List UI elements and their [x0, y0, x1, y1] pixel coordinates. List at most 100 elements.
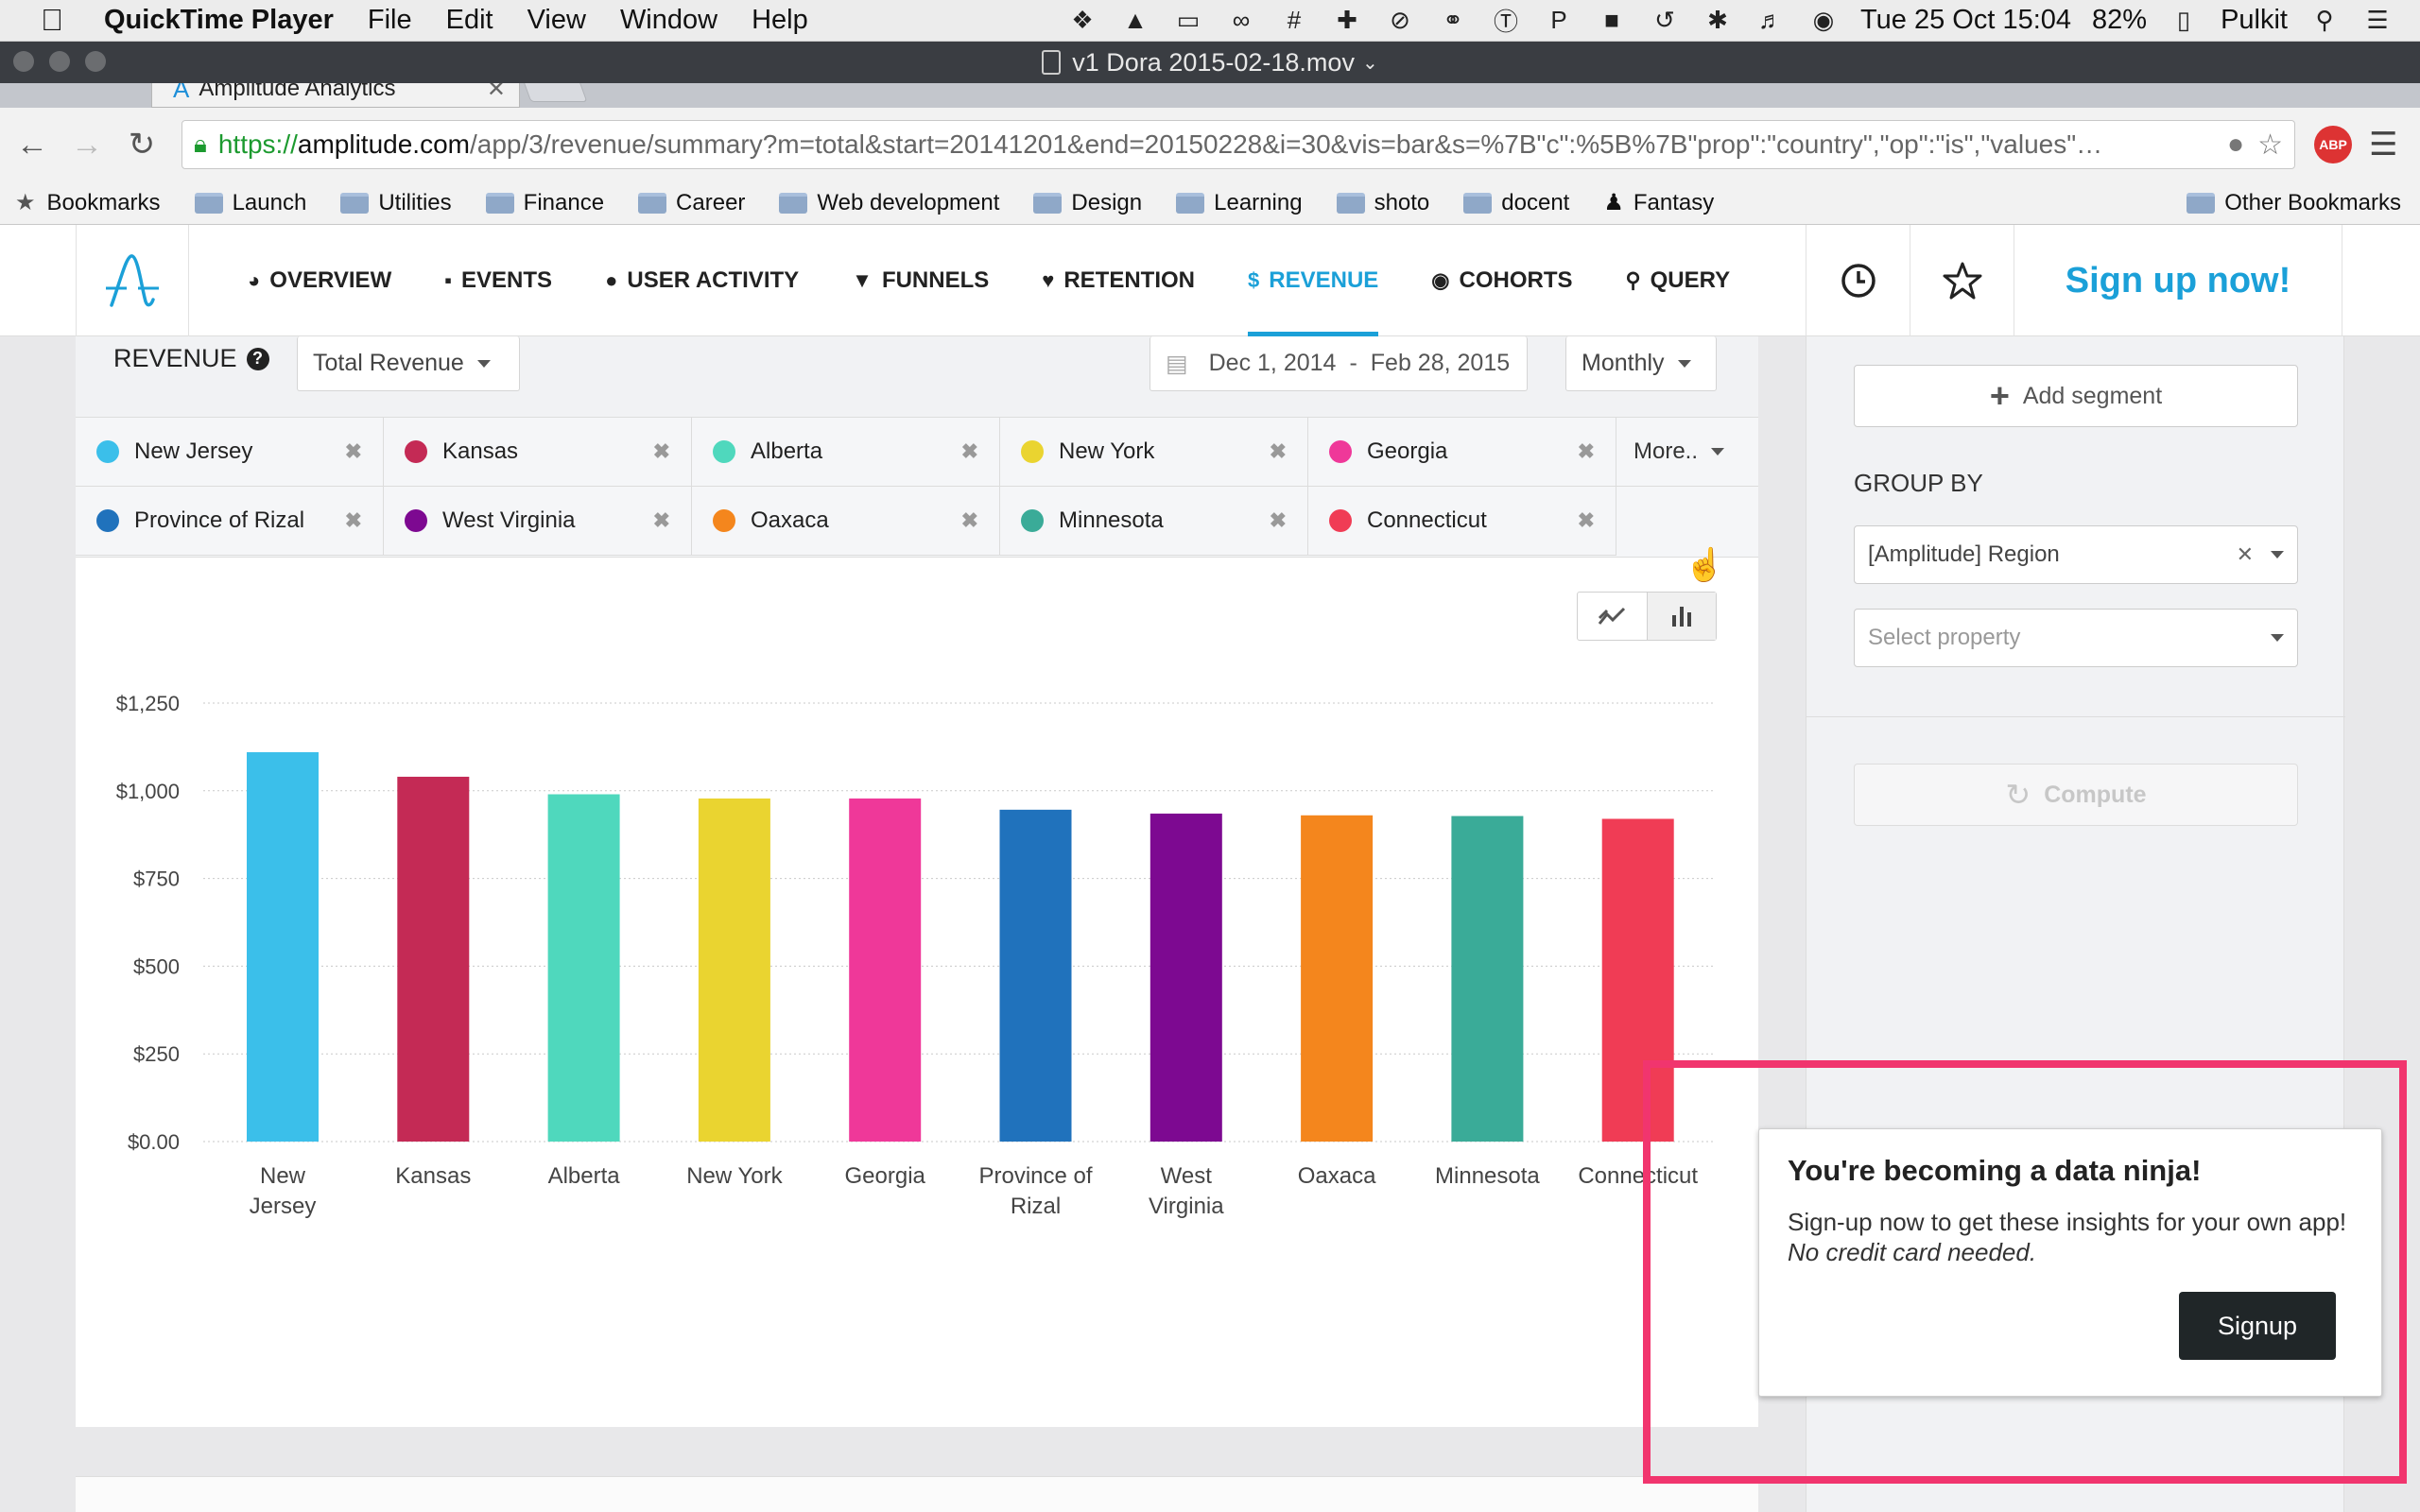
bookmark-career[interactable]: Career — [638, 190, 745, 216]
dropbox-icon[interactable]: ❖ — [1066, 6, 1098, 35]
segment-chip[interactable]: New Jersey ✖ — [76, 418, 384, 487]
onepassword-icon[interactable]: Ⓣ — [1490, 7, 1522, 36]
amplitude-logo[interactable] — [76, 225, 189, 336]
bookmark-finance[interactable]: Finance — [485, 190, 604, 216]
minimize-window-button[interactable] — [49, 51, 70, 72]
lightbulb-icon[interactable]: ● — [2227, 129, 2244, 162]
remove-segment-icon[interactable]: ✖ — [1578, 439, 1595, 464]
bookmark-shoto[interactable]: shoto — [1336, 190, 1429, 216]
close-tab-icon[interactable]: ✕ — [487, 83, 506, 103]
clock-text[interactable]: Tue 25 Oct 15:04 — [1860, 5, 2071, 36]
forward-icon[interactable]: → — [64, 127, 110, 163]
spotlight-icon[interactable]: ⚲ — [2308, 6, 2341, 35]
remove-segment-icon[interactable]: ✖ — [653, 508, 670, 533]
bar-new-york[interactable] — [698, 798, 770, 1142]
bookmark-launch[interactable]: Launch — [194, 190, 306, 216]
menu-window[interactable]: Window — [620, 5, 717, 36]
caret-down-icon[interactable] — [2271, 551, 2284, 558]
popup-signup-button[interactable]: Signup — [2179, 1292, 2336, 1360]
bookmark-web-development[interactable]: Web development — [779, 190, 999, 216]
chevron-down-icon[interactable]: ⌄ — [1362, 51, 1378, 75]
chrome-menu-icon[interactable]: ☰ — [2369, 126, 2397, 163]
segment-chip[interactable]: Kansas ✖ — [384, 418, 692, 487]
bluetooth-icon[interactable]: ✱ — [1702, 6, 1734, 35]
other-bookmarks[interactable]: Other Bookmarks — [2187, 190, 2401, 216]
zoom-window-button[interactable] — [85, 51, 106, 72]
bookmark-fantasy[interactable]: ♟ Fantasy — [1603, 189, 1714, 216]
slack-icon[interactable]: # — [1278, 6, 1310, 35]
add-segment-button[interactable]: + Add segment — [1854, 365, 2298, 427]
battery-icon[interactable]: ▯ — [2168, 6, 2200, 35]
app-name-menu[interactable]: QuickTime Player — [104, 5, 334, 36]
notification-center-icon[interactable]: ☰ — [2361, 6, 2394, 35]
help-icon[interactable]: ? — [246, 347, 269, 370]
remove-segment-icon[interactable]: ✖ — [961, 508, 978, 533]
remove-segment-icon[interactable]: ✖ — [1270, 508, 1287, 533]
signup-now-link[interactable]: Sign up now! — [2014, 225, 2342, 336]
address-bar[interactable]: 🔒︎ https:// amplitude.com /app/3/revenue… — [182, 120, 2295, 169]
segment-chip[interactable]: Connecticut ✖ — [1308, 487, 1616, 556]
menu-help[interactable]: Help — [752, 5, 808, 36]
bookmark-utilities[interactable]: Utilities — [340, 190, 452, 216]
segment-chip[interactable]: Province of Rizal ✖ — [76, 487, 384, 556]
bookmark-docent[interactable]: docent — [1463, 190, 1569, 216]
user-name[interactable]: Pulkit — [2221, 5, 2288, 36]
close-window-button[interactable] — [13, 51, 34, 72]
back-icon[interactable]: ← — [9, 127, 55, 163]
interval-dropdown[interactable]: Monthly — [1565, 336, 1717, 391]
bar-province-of-rizal[interactable] — [999, 809, 1072, 1142]
p-icon[interactable]: P — [1543, 6, 1575, 35]
date-range-picker[interactable]: ▤ Dec 1, 2014 - Feb 28, 2015 — [1150, 336, 1528, 391]
new-tab-button[interactable] — [520, 83, 588, 102]
battery-percent[interactable]: 82% — [2092, 5, 2147, 36]
line-chart-icon[interactable] — [1578, 593, 1647, 640]
segment-chip[interactable]: Georgia ✖ — [1308, 418, 1616, 487]
infinity-icon[interactable]: ∞ — [1225, 6, 1257, 35]
remove-segment-icon[interactable]: ✖ — [1578, 508, 1595, 533]
bookmark-design[interactable]: Design — [1033, 190, 1142, 216]
segment-chip[interactable]: New York ✖ — [1000, 418, 1308, 487]
menu-file[interactable]: File — [368, 5, 412, 36]
menu-view[interactable]: View — [527, 5, 586, 36]
bookmark-learning[interactable]: Learning — [1176, 190, 1303, 216]
lock-icon[interactable]: ■ — [1596, 6, 1628, 35]
apple-icon[interactable]:  — [0, 3, 104, 38]
nav-retention[interactable]: ♥ RETENTION — [1042, 225, 1195, 336]
group-by-select[interactable]: [Amplitude] Region ✕ — [1854, 525, 2298, 584]
bookmark-star-icon[interactable]: ☆ — [2257, 129, 2283, 162]
more-segments-dropdown[interactable]: More.. — [1616, 418, 1758, 487]
window-title[interactable]: v1 Dora 2015-02-18.mov — [1072, 48, 1355, 77]
segment-chip[interactable]: Minnesota ✖ — [1000, 487, 1308, 556]
nav-overview[interactable]: ◕ OVERVIEW — [248, 225, 391, 336]
nav-user-activity[interactable]: ● USER ACTIVITY — [605, 225, 799, 336]
clear-icon[interactable]: ✕ — [2237, 542, 2254, 567]
bar-minnesota[interactable] — [1451, 816, 1524, 1142]
nav-revenue[interactable]: $ REVENUE — [1248, 225, 1379, 336]
blocked-icon[interactable]: ⊘ — [1384, 6, 1416, 35]
nav-events[interactable]: ▪ EVENTS — [444, 225, 552, 336]
favorite-button[interactable] — [1910, 225, 2014, 336]
history-button[interactable] — [1806, 225, 1910, 336]
remove-segment-icon[interactable]: ✖ — [345, 439, 362, 464]
airplay-icon[interactable]: ▭ — [1172, 6, 1204, 35]
wifi-icon[interactable]: ◉ — [1807, 6, 1840, 35]
nav-query[interactable]: ⚲ QUERY — [1626, 225, 1731, 336]
bar-chart-icon[interactable] — [1646, 593, 1716, 640]
bookmark-bookmarks[interactable]: ★ Bookmarks — [15, 189, 161, 216]
reload-icon[interactable]: ↻ — [119, 126, 164, 163]
glasses-icon[interactable]: ⚭ — [1437, 6, 1469, 35]
metric-dropdown[interactable]: Total Revenue — [297, 336, 520, 391]
remove-segment-icon[interactable]: ✖ — [653, 439, 670, 464]
bar-oaxaca[interactable] — [1301, 815, 1374, 1142]
drive-icon[interactable]: ▲ — [1119, 6, 1151, 35]
remove-segment-icon[interactable]: ✖ — [961, 439, 978, 464]
remove-segment-icon[interactable]: ✖ — [345, 508, 362, 533]
bar-georgia[interactable] — [849, 798, 922, 1142]
menu-edit[interactable]: Edit — [446, 5, 493, 36]
bar-kansas[interactable] — [397, 776, 470, 1142]
time-machine-icon[interactable]: ↺ — [1649, 6, 1681, 35]
nav-funnels[interactable]: ▼ FUNNELS — [852, 225, 989, 336]
adblock-icon[interactable]: ABP — [2314, 126, 2352, 163]
remove-segment-icon[interactable]: ✖ — [1270, 439, 1287, 464]
compute-button[interactable]: ↻ Compute — [1854, 764, 2298, 826]
